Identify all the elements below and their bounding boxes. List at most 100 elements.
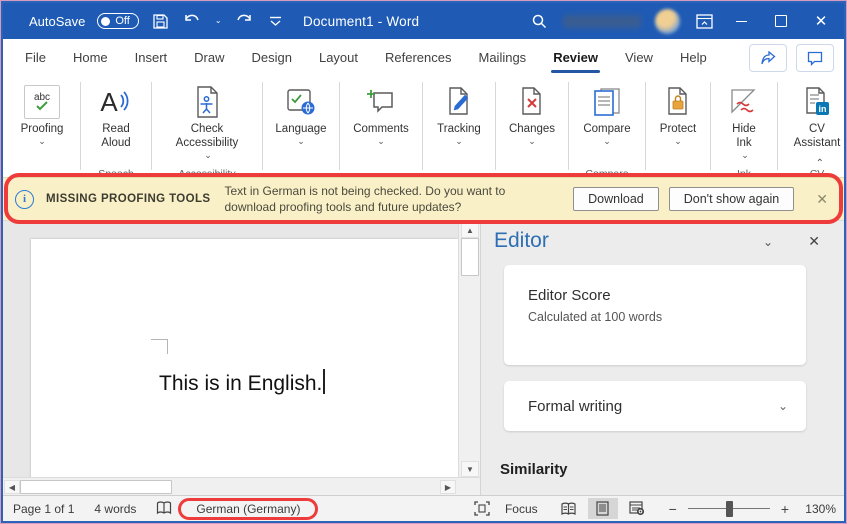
main-area: This is in English. ▲ ▼ ◀ ▶ Editor ⌄ ✕ E… xyxy=(3,220,844,495)
page-indicator[interactable]: Page 1 of 1 xyxy=(3,502,84,516)
scroll-up-icon[interactable]: ▲ xyxy=(461,222,479,238)
dont-show-again-button[interactable]: Don't show again xyxy=(669,187,795,211)
tab-home[interactable]: Home xyxy=(71,44,110,71)
compare-label: Compare xyxy=(583,123,630,135)
svg-text:abc: abc xyxy=(34,92,50,103)
save-icon[interactable] xyxy=(151,11,171,31)
collapse-ribbon-icon[interactable]: ⌃ xyxy=(816,158,824,169)
document-area: This is in English. ▲ ▼ ◀ ▶ xyxy=(3,220,480,495)
print-layout-icon[interactable] xyxy=(588,498,618,519)
word-window: AutoSave Off ⌄ Document1 - Word xyxy=(1,1,846,523)
tab-insert[interactable]: Insert xyxy=(133,44,170,71)
notification-message: Text in German is not being checked. Do … xyxy=(225,183,543,215)
editor-pane-close-icon[interactable]: ✕ xyxy=(802,231,826,252)
ribbon-button-read-aloud[interactable]: A Read Aloud Speech xyxy=(86,76,146,177)
read-aloud-label: Read Aloud xyxy=(92,123,140,151)
undo-icon[interactable] xyxy=(183,11,203,31)
proofing-status-icon[interactable] xyxy=(146,501,182,516)
ribbon-button-comments[interactable]: Comments ⌄ xyxy=(345,76,417,177)
ribbon-button-compare[interactable]: Compare ⌄ Compare xyxy=(574,76,640,177)
toggle-knob-icon xyxy=(101,17,110,26)
zoom-slider[interactable] xyxy=(688,508,770,509)
tab-review[interactable]: Review xyxy=(551,44,600,71)
comments-button[interactable] xyxy=(796,44,834,72)
ribbon-display-options-icon[interactable] xyxy=(694,11,714,31)
ribbon-separator xyxy=(262,82,263,170)
zoom-out-button[interactable]: − xyxy=(666,501,680,517)
ribbon-separator xyxy=(80,82,81,170)
word-count[interactable]: 4 words xyxy=(84,502,146,516)
zoom-level[interactable]: 130% xyxy=(800,502,836,516)
scroll-left-icon[interactable]: ◀ xyxy=(4,480,20,494)
vertical-scrollbar[interactable]: ▲ ▼ xyxy=(458,221,480,478)
ribbon-button-proofing[interactable]: abc Proofing ⌄ xyxy=(9,76,75,177)
comments-label: Comments xyxy=(353,123,409,135)
focus-label[interactable]: Focus xyxy=(505,502,538,516)
chevron-down-icon: ⌄ xyxy=(778,399,788,413)
horizontal-scrollbar[interactable]: ◀ ▶ xyxy=(3,477,480,495)
cv-assistant-label: CV Assistant xyxy=(788,123,844,151)
ribbon-button-check-accessibility[interactable]: Check Accessibility Accessibility xyxy=(157,76,257,177)
editor-score-card[interactable]: Editor Score Calculated at 100 words xyxy=(504,265,806,365)
tracking-label: Tracking xyxy=(437,123,481,135)
web-layout-icon[interactable] xyxy=(622,498,652,519)
tab-view[interactable]: View xyxy=(623,44,655,71)
tab-design[interactable]: Design xyxy=(250,44,294,71)
download-button[interactable]: Download xyxy=(573,187,659,211)
ribbon-separator xyxy=(339,82,340,170)
ribbon-button-protect[interactable]: Protect ⌄ xyxy=(651,76,705,177)
ribbon-button-language[interactable]: Language ⌄ xyxy=(268,76,334,177)
editor-pane: Editor ⌄ ✕ Editor Score Calculated at 10… xyxy=(480,220,844,495)
ribbon-button-tracking[interactable]: Tracking ⌄ xyxy=(428,76,490,177)
undo-dropdown-icon[interactable]: ⌄ xyxy=(215,17,222,25)
ribbon-button-changes[interactable]: Changes ⌄ xyxy=(501,76,563,177)
group-label-compare: Compare xyxy=(585,168,628,177)
search-icon[interactable] xyxy=(529,11,549,31)
cv-assistant-icon: in xyxy=(802,84,832,120)
quick-access-toolbar-icon[interactable] xyxy=(266,11,286,31)
tab-mailings[interactable]: Mailings xyxy=(477,44,529,71)
focus-mode-icon[interactable] xyxy=(467,498,497,519)
user-name-blurred[interactable] xyxy=(563,15,641,28)
similarity-section-heading: Similarity xyxy=(500,461,568,478)
scroll-right-icon[interactable]: ▶ xyxy=(440,480,456,494)
writing-style-value: Formal writing xyxy=(528,398,622,415)
info-icon xyxy=(15,190,34,209)
tab-help[interactable]: Help xyxy=(678,44,709,71)
maximize-button[interactable] xyxy=(768,8,794,34)
tab-references[interactable]: References xyxy=(383,44,453,71)
proofing-icon: abc xyxy=(24,84,60,120)
ribbon-button-cv-assistant[interactable]: in CV Assistant CV xyxy=(783,76,844,177)
text-cursor xyxy=(323,369,325,394)
group-label-accessibility: Accessibility xyxy=(178,168,235,177)
ribbon-button-hide-ink[interactable]: Hide Ink Ink xyxy=(716,76,772,177)
writing-style-dropdown[interactable]: Formal writing ⌄ xyxy=(504,381,806,431)
scroll-down-icon[interactable]: ▼ xyxy=(461,461,479,477)
margin-crop-mark xyxy=(151,339,168,354)
minimize-button[interactable] xyxy=(728,8,754,34)
status-bar: Page 1 of 1 4 words German (Germany) Foc… xyxy=(3,495,844,521)
document-page[interactable]: This is in English. xyxy=(31,239,458,478)
tab-file[interactable]: File xyxy=(23,44,48,71)
editor-pane-options-icon[interactable]: ⌄ xyxy=(757,233,779,251)
read-mode-icon[interactable] xyxy=(554,498,584,519)
redo-icon[interactable] xyxy=(234,11,254,31)
close-button[interactable]: ✕ xyxy=(808,8,834,34)
horizontal-scroll-thumb[interactable] xyxy=(20,480,172,494)
hide-ink-dropdown-icon xyxy=(739,151,749,163)
autosave-toggle[interactable]: Off xyxy=(97,13,138,29)
zoom-slider-thumb[interactable] xyxy=(726,501,733,517)
avatar[interactable] xyxy=(655,9,680,34)
hide-ink-label: Hide Ink xyxy=(727,123,761,151)
ribbon-tabs: File Home Insert Draw Design Layout Refe… xyxy=(3,39,844,76)
document-text[interactable]: This is in English. xyxy=(159,369,325,396)
zoom-in-button[interactable]: + xyxy=(778,501,792,517)
check-accessibility-icon xyxy=(193,84,221,120)
tracking-dropdown-icon: ⌄ xyxy=(455,137,463,146)
tab-layout[interactable]: Layout xyxy=(317,44,360,71)
vertical-scroll-thumb[interactable] xyxy=(461,238,479,276)
share-button[interactable] xyxy=(749,44,787,72)
language-status[interactable]: German (Germany) xyxy=(182,502,314,516)
tab-draw[interactable]: Draw xyxy=(192,44,226,71)
notification-close-icon[interactable]: ✕ xyxy=(810,189,834,210)
